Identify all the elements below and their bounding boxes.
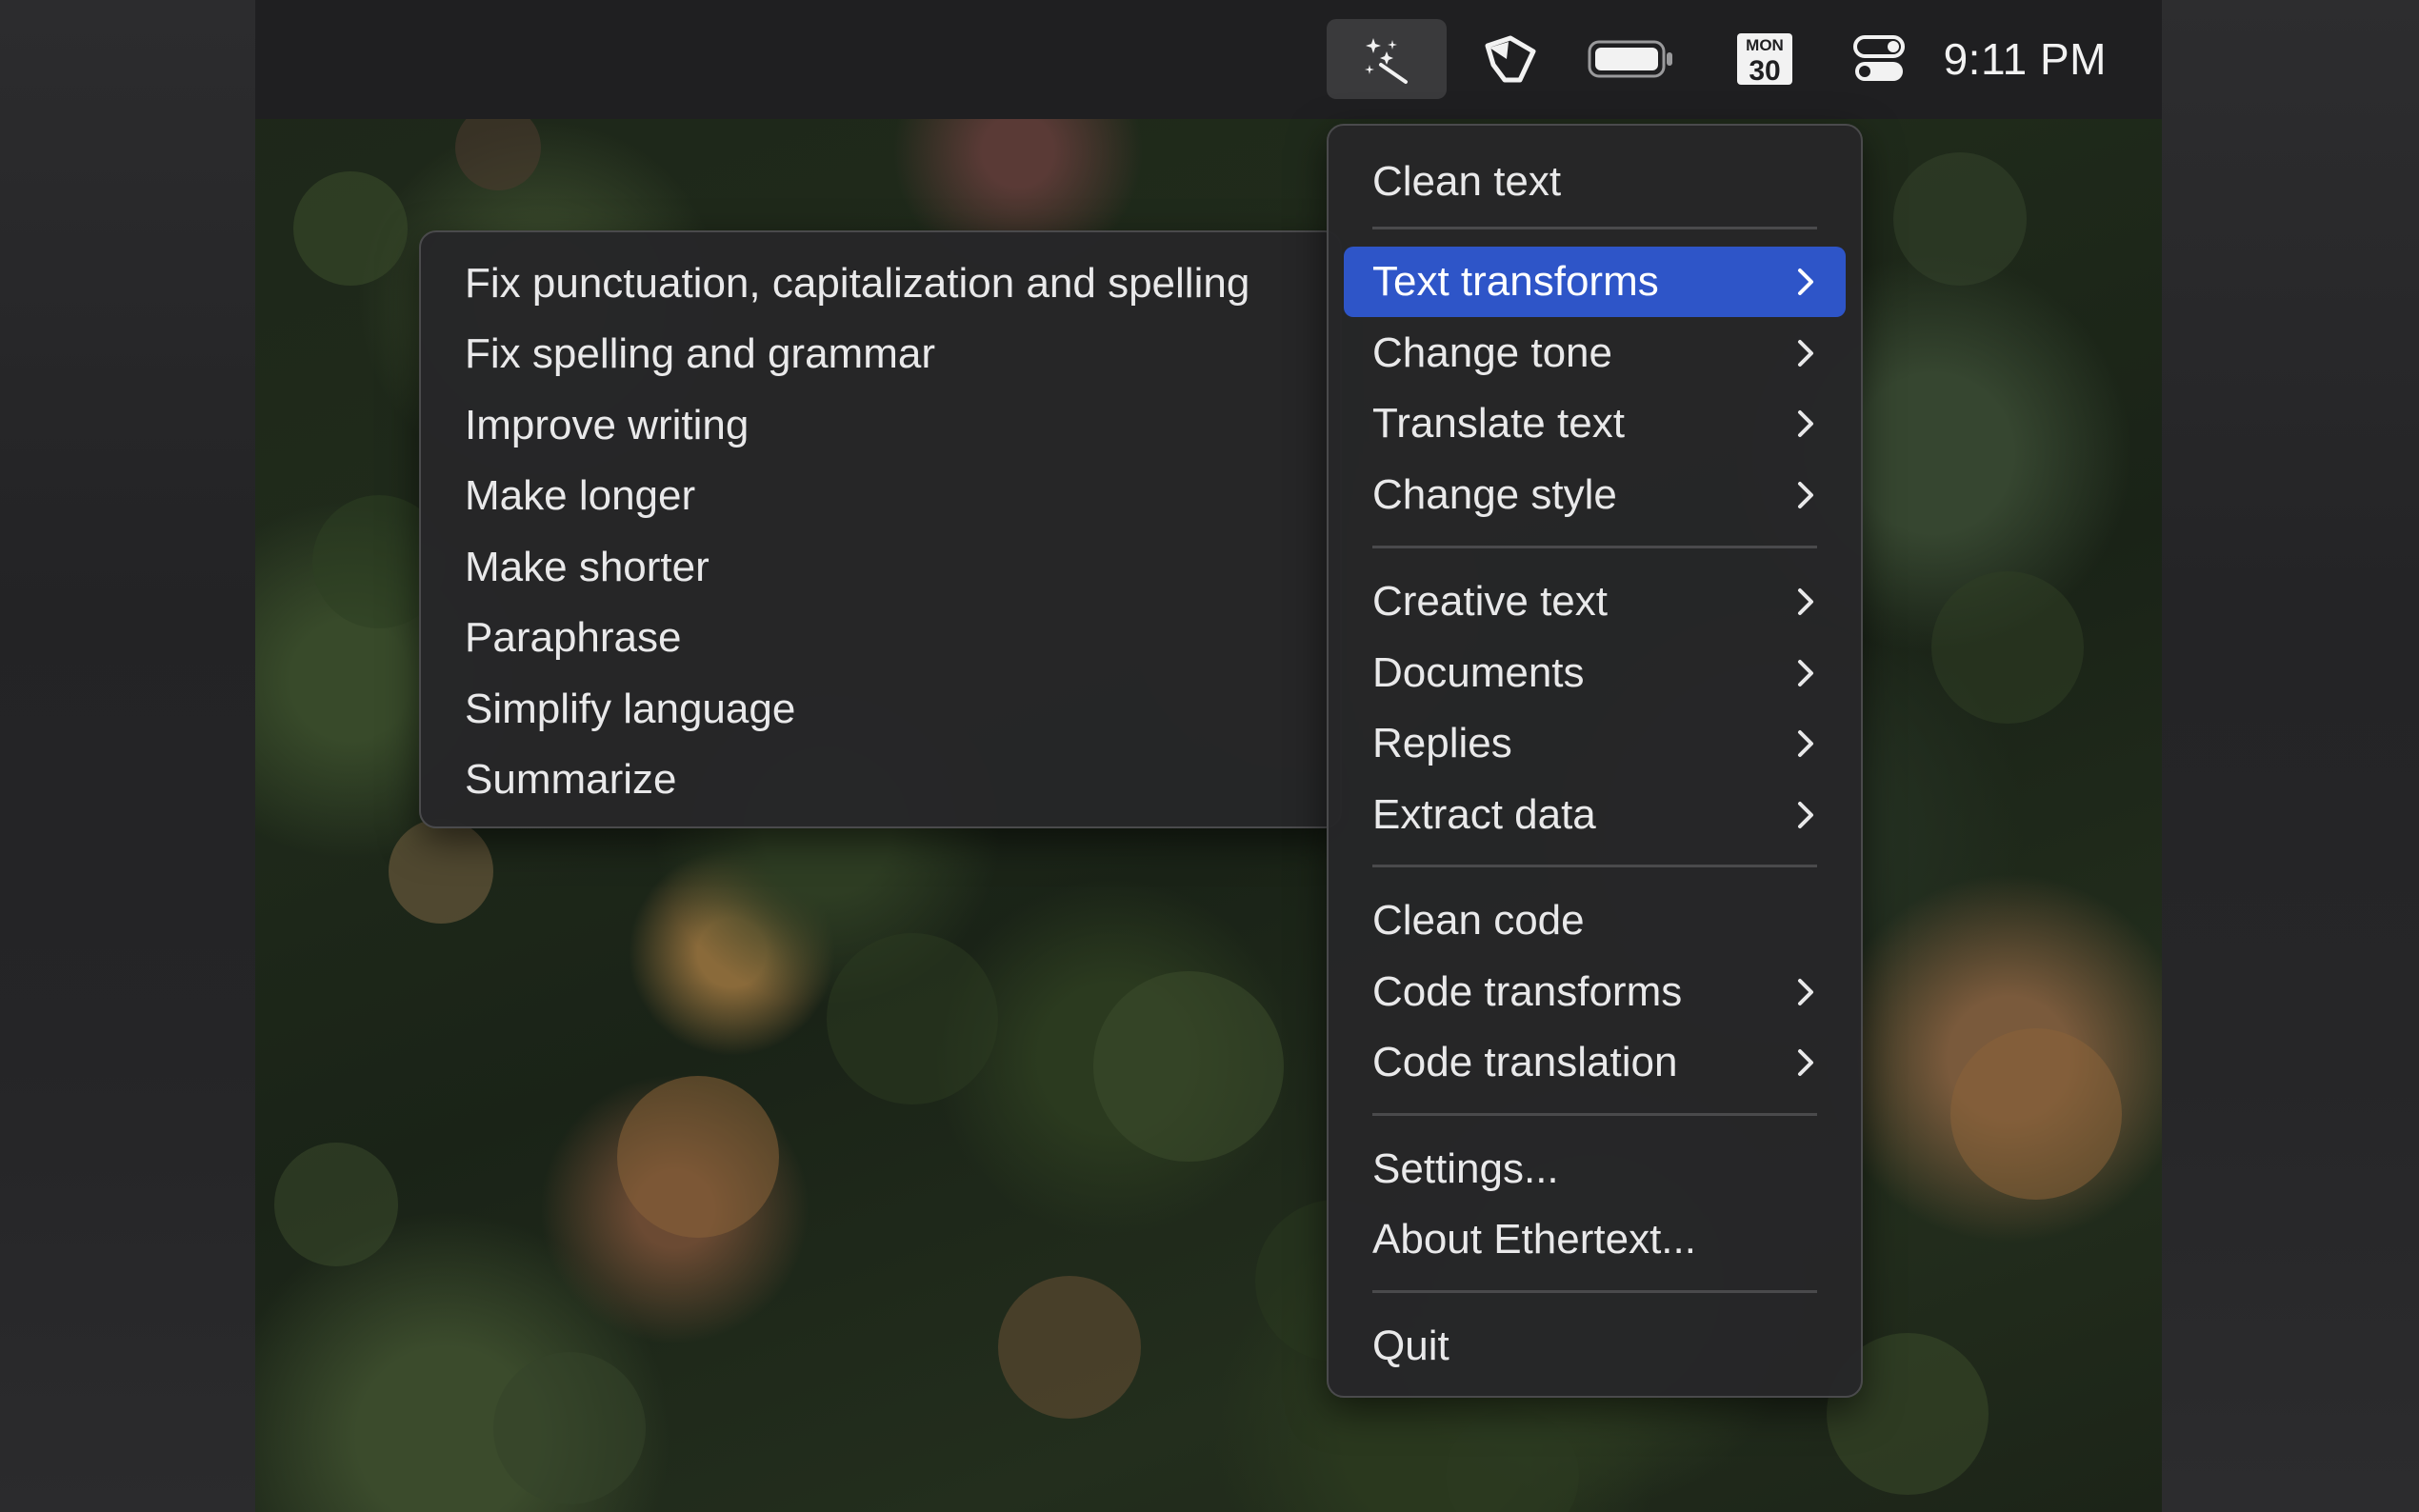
menu-item-label: Extract data — [1372, 791, 1596, 838]
submenu-item-fix-punctuation[interactable]: Fix punctuation, capitalization and spel… — [436, 249, 1325, 319]
menu-separator — [1372, 1290, 1817, 1293]
chevron-right-icon — [1794, 780, 1817, 850]
menu-item-clean-code[interactable]: Clean code — [1344, 885, 1846, 956]
menu-bar-clock[interactable]: 9:11 PM — [1944, 29, 2107, 90]
menu-item-documents[interactable]: Documents — [1344, 638, 1846, 708]
chevron-right-icon — [1794, 460, 1817, 530]
chevron-right-icon — [1794, 247, 1817, 317]
menu-item-translate-text[interactable]: Translate text — [1344, 388, 1846, 459]
menu-item-code-transforms[interactable]: Code transforms — [1344, 957, 1846, 1027]
submenu-item-improve-writing[interactable]: Improve writing — [436, 390, 1325, 461]
submenu-item-make-shorter[interactable]: Make shorter — [436, 532, 1325, 603]
submenu-item-make-longer[interactable]: Make longer — [436, 461, 1325, 531]
hand-cursor-icon[interactable] — [1463, 19, 1558, 99]
text-transforms-submenu: Fix punctuation, capitalization and spel… — [419, 230, 1342, 828]
menu-item-label: Replies — [1372, 720, 1512, 766]
menu-item-creative-text[interactable]: Creative text — [1344, 567, 1846, 637]
menu-item-settings[interactable]: Settings... — [1344, 1134, 1846, 1204]
menu-separator — [1372, 546, 1817, 548]
chevron-right-icon — [1794, 318, 1817, 388]
menu-item-label: Quit — [1372, 1323, 1449, 1369]
svg-text:MON: MON — [1746, 36, 1784, 54]
menu-item-label: Change style — [1372, 471, 1617, 518]
magic-wand-icon[interactable] — [1327, 19, 1447, 99]
menu-separator — [1372, 1113, 1817, 1116]
menu-separator — [1372, 227, 1817, 229]
menu-item-label: Documents — [1372, 649, 1585, 696]
menu-item-code-translation[interactable]: Code translation — [1344, 1027, 1846, 1098]
menu-item-quit[interactable]: Quit — [1344, 1311, 1846, 1382]
left-backdrop — [0, 0, 255, 1512]
chevron-right-icon — [1794, 638, 1817, 708]
menu-item-change-tone[interactable]: Change tone — [1344, 318, 1846, 388]
svg-text:30: 30 — [1749, 55, 1780, 87]
menu-item-label: Clean text — [1372, 158, 1562, 205]
submenu-item-summarize[interactable]: Summarize — [436, 745, 1325, 815]
menu-item-label: Text transforms — [1372, 258, 1659, 305]
menu-item-clean-text[interactable]: Clean text — [1344, 147, 1846, 217]
menu-item-label: Translate text — [1372, 400, 1625, 447]
chevron-right-icon — [1794, 957, 1817, 1027]
menu-item-replies[interactable]: Replies — [1344, 708, 1846, 779]
submenu-item-fix-spelling-grammar[interactable]: Fix spelling and grammar — [436, 319, 1325, 389]
right-backdrop — [2162, 0, 2419, 1512]
menu-item-about[interactable]: About Ethertext... — [1344, 1204, 1846, 1275]
menu-item-change-style[interactable]: Change style — [1344, 460, 1846, 530]
ethertext-menu: Clean text Text transforms Change tone T… — [1327, 124, 1863, 1398]
menu-item-text-transforms[interactable]: Text transforms — [1344, 247, 1846, 317]
menu-bar: MON 30 9:11 PM — [255, 0, 2162, 119]
menu-item-label: Clean code — [1372, 897, 1585, 944]
chevron-right-icon — [1794, 388, 1817, 459]
chevron-right-icon — [1794, 1027, 1817, 1098]
control-center-icon[interactable] — [1827, 19, 1931, 99]
menu-separator — [1372, 865, 1817, 867]
menu-item-label: About Ethertext... — [1372, 1216, 1696, 1263]
menu-item-extract-data[interactable]: Extract data — [1344, 780, 1846, 850]
menu-item-label: Code translation — [1372, 1039, 1678, 1085]
chevron-right-icon — [1794, 567, 1817, 637]
submenu-item-simplify-language[interactable]: Simplify language — [436, 674, 1325, 745]
menu-item-label: Settings... — [1372, 1145, 1559, 1192]
submenu-item-paraphrase[interactable]: Paraphrase — [436, 603, 1325, 673]
menu-item-label: Code transforms — [1372, 968, 1683, 1015]
menu-item-label: Creative text — [1372, 578, 1608, 625]
battery-icon[interactable] — [1565, 19, 1698, 99]
menu-item-label: Change tone — [1372, 329, 1612, 376]
chevron-right-icon — [1794, 708, 1817, 779]
screen: MON 30 9:11 PM Fix punctuation, capitali… — [0, 0, 2419, 1512]
calendar-icon[interactable]: MON 30 — [1708, 19, 1822, 99]
